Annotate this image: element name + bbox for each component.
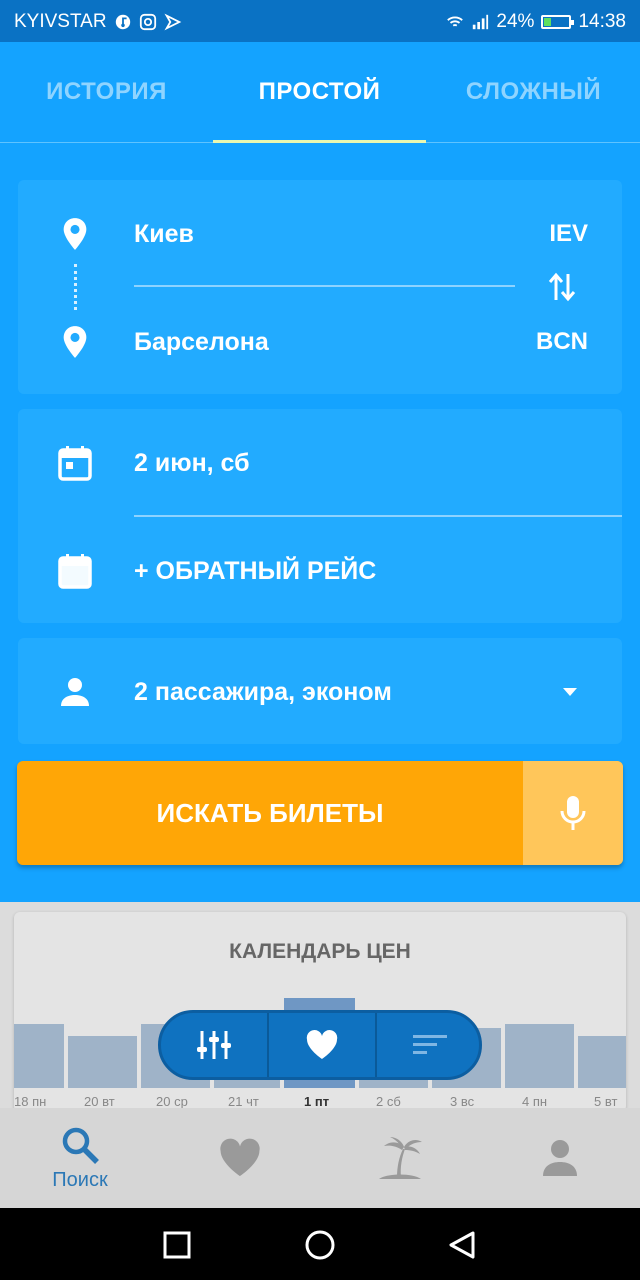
depart-date-field[interactable]: 2 июн, сб: [18, 433, 622, 493]
clock: 14:38: [578, 11, 626, 32]
search-mode-tabs: ИСТОРИЯ ПРОСТОЙ СЛОЖНЫЙ: [0, 42, 640, 143]
destination-field[interactable]: Барселона BCN: [18, 312, 622, 372]
price-bar[interactable]: [505, 1024, 574, 1088]
route-connector: [74, 264, 79, 310]
home-button[interactable]: [303, 1228, 337, 1262]
price-bar[interactable]: [578, 1036, 626, 1088]
signal-icon: [473, 14, 489, 30]
square-icon: [163, 1231, 191, 1259]
sort-icon: [413, 1035, 447, 1054]
calendar-day-label: 20 вт: [84, 1094, 115, 1109]
depart-date: 2 июн, сб: [134, 448, 250, 477]
calendar-day-label: 18 пн: [14, 1094, 47, 1109]
tab-complex[interactable]: СЛОЖНЫЙ: [427, 42, 640, 142]
route-divider: [134, 285, 515, 287]
circle-icon: [305, 1230, 335, 1260]
heart-icon: [220, 1138, 260, 1177]
price-calendar-title: КАЛЕНДАРЬ ЦЕН: [229, 940, 411, 963]
tab-simple[interactable]: ПРОСТОЙ: [213, 42, 426, 143]
destination-city: Барселона: [134, 327, 269, 356]
destination-code: BCN: [536, 328, 588, 355]
dropdown-arrow-icon[interactable]: [562, 687, 578, 697]
heart-icon: [306, 1030, 338, 1059]
filters-button[interactable]: [161, 1013, 267, 1077]
wifi-icon: [447, 16, 464, 27]
quick-actions-pill: [158, 1010, 482, 1080]
dates-divider: [134, 515, 622, 517]
calendar-day-label: 1 пт: [304, 1094, 330, 1109]
music-icon: [115, 14, 130, 30]
return-flight-label: + ОБРАТНЫЙ РЕЙС: [134, 556, 377, 585]
swap-button[interactable]: [546, 270, 578, 304]
calendar-icon: [58, 554, 92, 589]
calendar-day-label: 21 чт: [228, 1094, 259, 1109]
calendar-day-label: 5 вт: [594, 1094, 618, 1109]
favorites-button[interactable]: [269, 1013, 375, 1077]
nav-favorites[interactable]: [160, 1108, 320, 1208]
instagram-icon: [139, 13, 156, 31]
back-button[interactable]: [445, 1228, 479, 1262]
battery-percent: 24%: [496, 11, 535, 32]
swap-arrows-icon: [548, 272, 576, 302]
origin-city: Киев: [134, 219, 194, 248]
nav-explore[interactable]: [320, 1108, 480, 1208]
location-pin-icon: [58, 325, 92, 359]
nav-search[interactable]: Поиск: [0, 1108, 160, 1208]
voice-search-button[interactable]: [523, 761, 623, 865]
profile-icon: [543, 1140, 577, 1176]
passengers-label: 2 пассажира, эконом: [134, 677, 392, 706]
origin-code: IEV: [549, 220, 588, 247]
recents-button[interactable]: [160, 1228, 194, 1262]
price-bar[interactable]: [68, 1036, 137, 1088]
calendar-day-label: 3 вс: [450, 1094, 475, 1109]
location-pin-icon: [58, 217, 92, 251]
return-flight-button[interactable]: + ОБРАТНЫЙ РЕЙС: [18, 541, 622, 601]
price-bar[interactable]: [14, 1024, 64, 1088]
search-panel: ИСТОРИЯ ПРОСТОЙ СЛОЖНЫЙ Киев IEV Барсело…: [0, 42, 640, 902]
nav-search-label: Поиск: [52, 1168, 108, 1191]
palm-icon: [379, 1137, 422, 1179]
calendar-day-label: 2 сб: [376, 1094, 401, 1109]
carrier-name: KYIVSTAR: [14, 11, 107, 32]
microphone-icon: [560, 796, 586, 830]
calendar-day-label: 4 пн: [522, 1094, 548, 1109]
tab-history[interactable]: ИСТОРИЯ: [0, 42, 213, 142]
dates-card: 2 июн, сб + ОБРАТНЫЙ РЕЙС: [18, 409, 622, 623]
status-bar: KYIVSTAR 24% 14:38: [0, 0, 640, 42]
route-card: Киев IEV Барселона BCN: [18, 180, 622, 394]
search-icon: [62, 1127, 99, 1164]
sort-button[interactable]: [377, 1013, 483, 1077]
battery-icon: [541, 15, 575, 29]
person-icon: [58, 675, 92, 709]
passengers-card[interactable]: 2 пассажира, эконом: [18, 638, 622, 744]
nav-profile[interactable]: [480, 1108, 640, 1208]
bottom-navigation: Поиск: [0, 1108, 640, 1208]
app-notification-icon: [164, 13, 181, 31]
calendar-icon: [58, 446, 92, 481]
origin-field[interactable]: Киев IEV: [18, 204, 622, 264]
passengers-field[interactable]: 2 пассажира, эконом: [18, 662, 622, 722]
back-triangle-icon: [449, 1231, 475, 1259]
system-navigation-bar: [0, 1208, 640, 1280]
search-tickets-button[interactable]: ИСКАТЬ БИЛЕТЫ: [17, 761, 523, 865]
calendar-day-label: 20 ср: [156, 1094, 188, 1109]
search-tickets-container: ИСКАТЬ БИЛЕТЫ: [17, 761, 623, 865]
sliders-icon: [197, 1031, 231, 1059]
